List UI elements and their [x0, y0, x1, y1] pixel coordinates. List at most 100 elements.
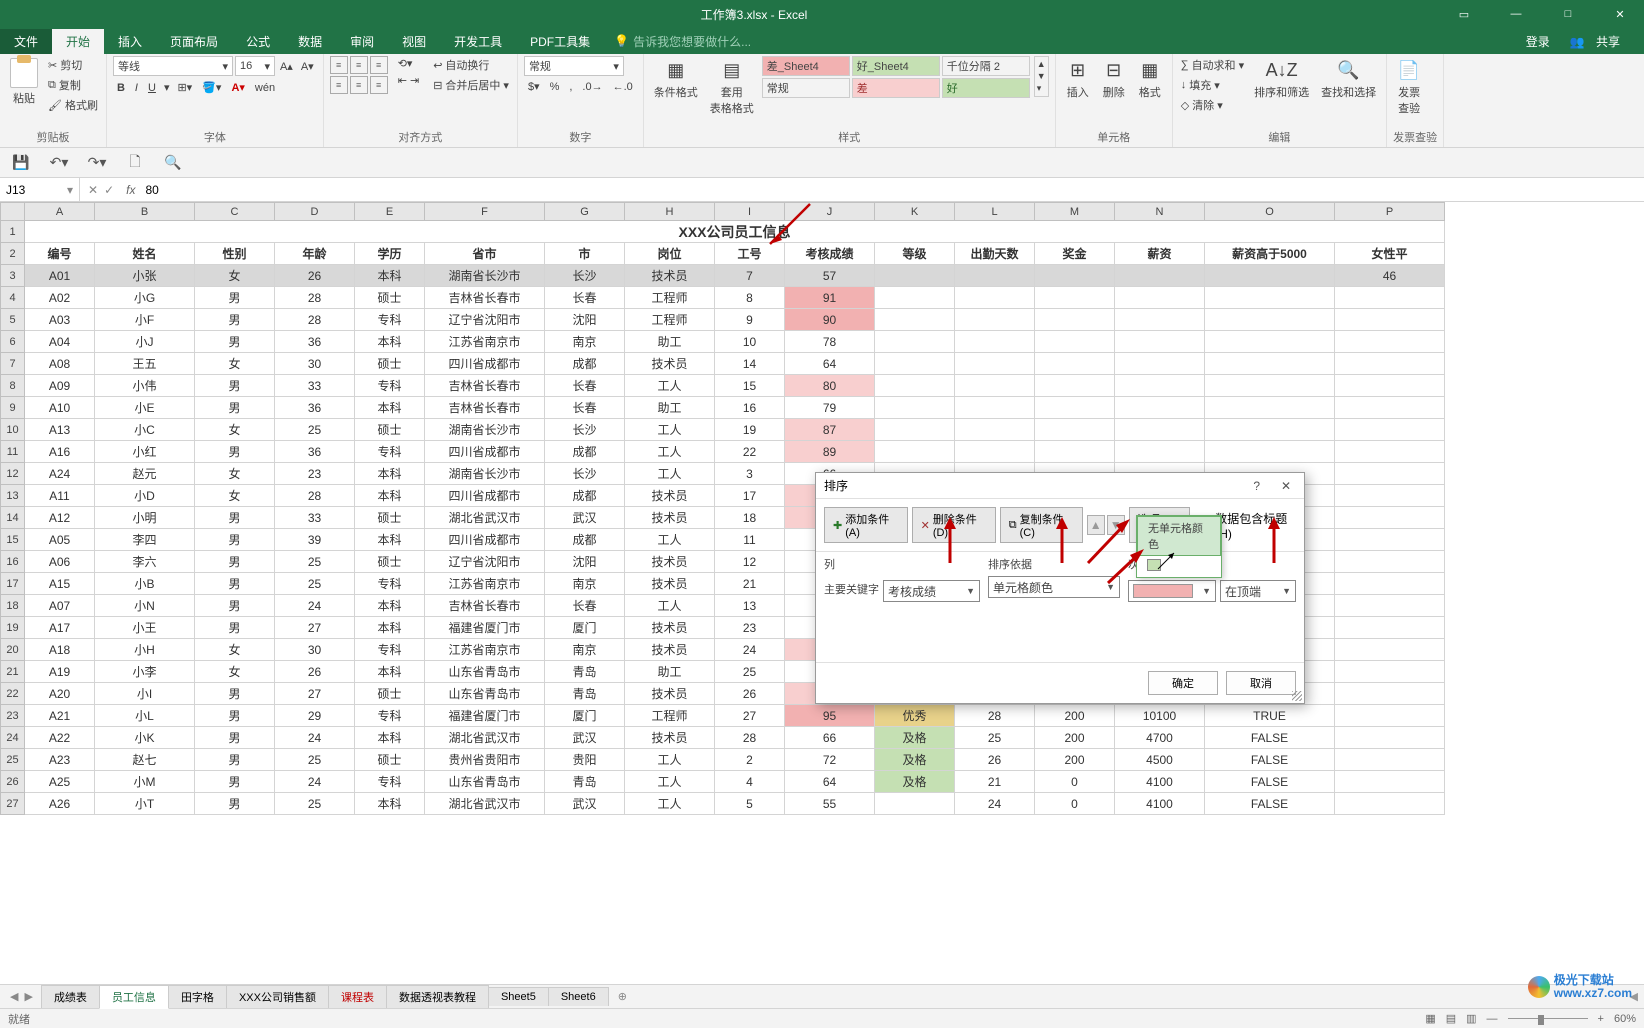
style-bad[interactable]: 差 — [852, 78, 940, 98]
insert-cells-button[interactable]: ⊞插入 — [1062, 56, 1094, 102]
tab-review[interactable]: 审阅 — [336, 29, 388, 54]
table-cell[interactable] — [1335, 639, 1445, 661]
table-cell[interactable]: 工人 — [625, 793, 715, 815]
row-header[interactable]: 23 — [1, 705, 25, 727]
table-cell[interactable]: 27 — [275, 617, 355, 639]
merge-center-button[interactable]: ⊟合并后居中▾ — [431, 76, 511, 94]
table-cell[interactable]: 长沙 — [545, 463, 625, 485]
row-header[interactable]: 13 — [1, 485, 25, 507]
cell-styles-gallery[interactable]: 差_Sheet4 好_Sheet4 千位分隔 2 常规 差 好 — [762, 56, 1030, 98]
column-header[interactable]: H — [625, 203, 715, 221]
table-cell[interactable]: 25 — [275, 573, 355, 595]
sort-column-select[interactable]: 考核成绩▼ — [883, 580, 980, 602]
table-cell[interactable]: A11 — [25, 485, 95, 507]
table-cell[interactable] — [1335, 529, 1445, 551]
table-cell[interactable]: FALSE — [1205, 771, 1335, 793]
row-header[interactable]: 5 — [1, 309, 25, 331]
row-header[interactable]: 18 — [1, 595, 25, 617]
conditional-formatting-button[interactable]: ▦条件格式 — [650, 56, 702, 102]
table-header[interactable]: 岗位 — [625, 243, 715, 265]
table-cell[interactable]: 14 — [715, 353, 785, 375]
table-header[interactable]: 学历 — [355, 243, 425, 265]
table-cell[interactable]: 湖北省武汉市 — [425, 727, 545, 749]
row-header[interactable]: 25 — [1, 749, 25, 771]
table-cell[interactable]: 男 — [195, 331, 275, 353]
table-cell[interactable]: 辽宁省沈阳市 — [425, 551, 545, 573]
table-cell[interactable]: 男 — [195, 749, 275, 771]
number-format-combo[interactable]: 常规▾ — [524, 56, 624, 76]
table-cell[interactable]: 吉林省长春市 — [425, 595, 545, 617]
table-cell[interactable]: 10100 — [1115, 705, 1205, 727]
table-cell[interactable] — [1335, 727, 1445, 749]
table-cell[interactable]: A26 — [25, 793, 95, 815]
table-cell[interactable] — [875, 397, 955, 419]
tab-view[interactable]: 视图 — [388, 29, 440, 54]
column-header[interactable]: D — [275, 203, 355, 221]
table-cell[interactable]: 女 — [195, 463, 275, 485]
table-cell[interactable]: 8 — [715, 287, 785, 309]
table-cell[interactable]: 17 — [715, 485, 785, 507]
table-cell[interactable] — [1335, 353, 1445, 375]
table-cell[interactable] — [1335, 705, 1445, 727]
table-cell[interactable]: 87 — [785, 419, 875, 441]
table-cell[interactable]: 南京 — [545, 573, 625, 595]
table-cell[interactable]: 4100 — [1115, 771, 1205, 793]
table-header[interactable]: 编号 — [25, 243, 95, 265]
table-cell[interactable]: 30 — [275, 639, 355, 661]
save-icon[interactable]: 💾 — [10, 152, 32, 174]
column-header[interactable]: J — [785, 203, 875, 221]
table-cell[interactable]: 36 — [275, 441, 355, 463]
column-header[interactable]: N — [1115, 203, 1205, 221]
column-header[interactable]: M — [1035, 203, 1115, 221]
gallery-down-icon[interactable]: ▼ — [1037, 71, 1046, 81]
table-cell[interactable] — [1335, 419, 1445, 441]
table-cell[interactable]: 青岛 — [545, 661, 625, 683]
table-cell[interactable] — [1205, 353, 1335, 375]
table-cell[interactable] — [1335, 331, 1445, 353]
cancel-button[interactable]: 取消 — [1226, 671, 1296, 695]
table-cell[interactable] — [875, 353, 955, 375]
table-cell[interactable]: A16 — [25, 441, 95, 463]
table-cell[interactable]: 工人 — [625, 749, 715, 771]
table-cell[interactable]: 39 — [275, 529, 355, 551]
table-cell[interactable]: 200 — [1035, 705, 1115, 727]
table-cell[interactable] — [1115, 353, 1205, 375]
table-cell[interactable]: 本科 — [355, 661, 425, 683]
table-cell[interactable] — [955, 287, 1035, 309]
table-cell[interactable]: 技术员 — [625, 683, 715, 705]
table-cell[interactable]: A24 — [25, 463, 95, 485]
table-cell[interactable]: A21 — [25, 705, 95, 727]
table-cell[interactable] — [1115, 265, 1205, 287]
table-cell[interactable] — [1335, 551, 1445, 573]
table-cell[interactable] — [1035, 419, 1115, 441]
table-cell[interactable]: 28 — [275, 287, 355, 309]
table-cell[interactable]: 男 — [195, 441, 275, 463]
orientation-button[interactable]: ⟲▾ — [396, 56, 422, 71]
table-cell[interactable]: 10 — [715, 331, 785, 353]
format-as-table-button[interactable]: ▤套用 表格格式 — [706, 56, 758, 118]
table-cell[interactable]: 湖北省武汉市 — [425, 793, 545, 815]
table-cell[interactable]: 27 — [275, 683, 355, 705]
table-cell[interactable]: 小H — [95, 639, 195, 661]
view-pagebreak-icon[interactable]: ▥ — [1466, 1012, 1476, 1025]
table-header[interactable]: 奖金 — [1035, 243, 1115, 265]
table-cell[interactable]: 25 — [275, 793, 355, 815]
table-cell[interactable] — [1335, 463, 1445, 485]
table-cell[interactable]: 工程师 — [625, 705, 715, 727]
sheet-tab[interactable]: 成绩表 — [41, 985, 100, 1008]
percent-button[interactable]: % — [546, 79, 564, 95]
table-cell[interactable]: 男 — [195, 397, 275, 419]
table-cell[interactable]: A22 — [25, 727, 95, 749]
table-cell[interactable]: 28 — [275, 485, 355, 507]
sort-position-select[interactable]: 在顶端▼ — [1220, 580, 1296, 602]
table-cell[interactable]: 本科 — [355, 331, 425, 353]
table-cell[interactable]: 小明 — [95, 507, 195, 529]
table-cell[interactable]: 26 — [275, 661, 355, 683]
table-cell[interactable]: A10 — [25, 397, 95, 419]
table-cell[interactable]: 小E — [95, 397, 195, 419]
table-cell[interactable]: 硕士 — [355, 287, 425, 309]
zoom-out-icon[interactable]: — — [1487, 1013, 1498, 1025]
table-cell[interactable]: 技术员 — [625, 485, 715, 507]
sheet-tab[interactable]: Sheet6 — [548, 987, 609, 1006]
table-cell[interactable]: A04 — [25, 331, 95, 353]
